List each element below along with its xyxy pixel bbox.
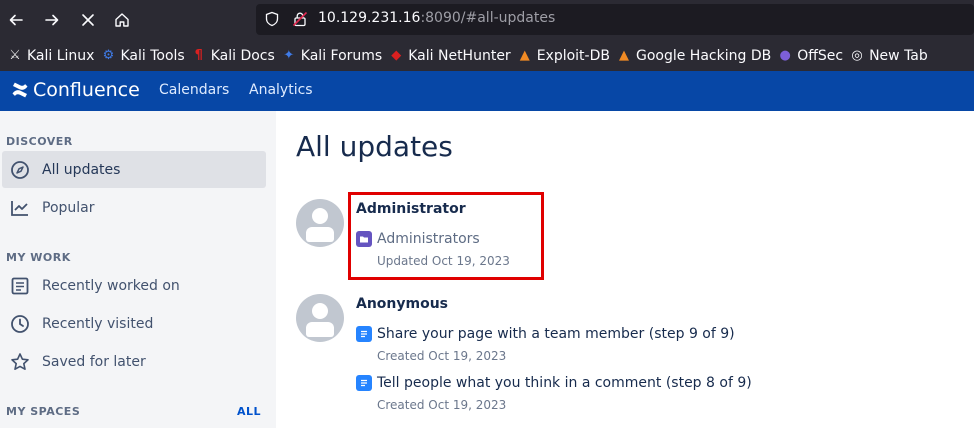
kali-forums-icon: ✦ [283,48,295,63]
author-name[interactable]: Anonymous [356,296,448,312]
bookmark-item[interactable]: ▲ Exploit-DB [514,42,613,70]
brand-name: Confluence [33,79,140,101]
sidebar: DISCOVER All updates Popular MY WORK Rec… [0,111,276,428]
bookmark-label: Exploit-DB [536,47,610,64]
shield-icon [265,11,279,27]
arrow-right-icon [45,14,59,26]
avatar-body [306,322,334,337]
update-title[interactable]: Tell people what you think in a comment … [377,375,752,391]
sidebar-item-label: Recently visited [42,315,154,332]
insecure-lock-icon[interactable] [292,11,308,27]
update-meta: Created Oct 19, 2023 [377,398,507,412]
confluence-logo[interactable]: Confluence [11,79,140,101]
update-item[interactable]: Share your page with a team member (step… [356,326,735,342]
home-button[interactable] [108,6,136,34]
avatar-body [306,227,334,242]
nav-link-analytics[interactable]: Analytics [249,82,313,98]
discover-heading: DISCOVER [6,135,73,148]
url-text: 10.129.231.16:8090/#all-updates [318,10,555,26]
avatar-head [312,303,328,319]
url-path: :8090/#all-updates [420,10,556,26]
sidebar-item-all-updates[interactable]: All updates [2,151,266,188]
update-item[interactable]: Tell people what you think in a comment … [356,375,752,391]
document-list-icon [9,275,31,297]
url-host: 10.129.231.16 [318,10,421,26]
offsec-icon: ● [779,48,791,63]
bookmark-item[interactable]: ▲ Google Hacking DB [613,42,774,70]
stop-button[interactable] [74,6,102,34]
kali-docs-icon: ¶ [194,48,203,63]
my-spaces-heading: MY SPACES [6,405,81,418]
address-bar[interactable]: 10.129.231.16:8090/#all-updates [256,4,974,35]
avatar[interactable] [296,199,344,247]
forward-button[interactable] [38,6,66,34]
arrow-left-icon [9,14,23,26]
bookmark-item[interactable]: ◆ Kali NetHunter [385,42,513,70]
bookmark-item[interactable]: ✦ Kali Forums [278,42,385,70]
bookmark-label: Kali Linux [27,47,95,64]
bookmark-item[interactable]: ● OffSec [774,42,846,70]
compass-icon [9,159,31,181]
clock-icon [9,313,31,335]
trend-chart-icon [9,197,31,219]
bookmark-item[interactable]: ⚙ Kali Tools [97,42,187,70]
close-icon [82,14,94,26]
bookmark-label: Kali Tools [120,47,185,64]
page-icon [356,375,372,391]
page-title: All updates [296,130,453,163]
avatar[interactable] [296,294,344,342]
update-title[interactable]: Share your page with a team member (step… [377,326,735,342]
bookmark-label: Kali NetHunter [408,47,511,64]
nethunter-icon: ◆ [391,48,402,63]
kali-dragon-icon: ⚔ [9,48,21,63]
avatar-head [312,208,328,224]
globe-icon: ◎ [851,48,863,63]
ghdb-icon: ▲ [618,48,629,63]
bookmark-label: New Tab [869,47,928,64]
bookmark-label: Kali Docs [210,47,275,64]
my-work-heading: MY WORK [6,251,71,264]
sidebar-item-recently-visited[interactable]: Recently visited [2,305,266,342]
sidebar-item-label: Popular [42,199,95,216]
bookmark-label: Google Hacking DB [635,47,772,64]
all-spaces-link[interactable]: ALL [237,405,261,418]
sidebar-item-label: Saved for later [42,353,146,370]
highlight-annotation [348,192,544,280]
bookmark-label: Kali Forums [300,47,383,64]
sidebar-item-popular[interactable]: Popular [2,189,266,226]
page-icon [356,326,372,342]
home-icon [115,13,129,27]
star-icon [9,351,31,373]
nav-link-calendars[interactable]: Calendars [159,82,229,98]
bookmark-item[interactable]: ◎ New Tab [846,42,931,70]
sidebar-item-label: Recently worked on [42,277,180,294]
sidebar-item-label: All updates [42,161,121,178]
bookmark-label: OffSec [797,47,844,64]
kali-tools-icon: ⚙ [102,48,115,63]
confluence-logo-icon [12,82,28,98]
bookmark-item[interactable]: ⚔ Kali Linux [4,42,97,70]
bookmark-item[interactable]: ¶ Kali Docs [188,42,278,70]
confluence-header: Confluence Calendars Analytics [0,71,974,111]
bookmarks-toolbar: ⚔ Kali Linux ⚙ Kali Tools ¶ Kali Docs ✦ Kali Fo… [0,40,974,71]
browser-toolbar: 10.129.231.16:8090/#all-updates [0,0,974,40]
exploit-db-icon: ▲ [519,48,530,63]
back-button[interactable] [2,6,30,34]
update-meta: Created Oct 19, 2023 [377,349,507,363]
sidebar-item-saved-for-later[interactable]: Saved for later [2,343,266,380]
sidebar-item-recently-worked-on[interactable]: Recently worked on [2,267,266,304]
